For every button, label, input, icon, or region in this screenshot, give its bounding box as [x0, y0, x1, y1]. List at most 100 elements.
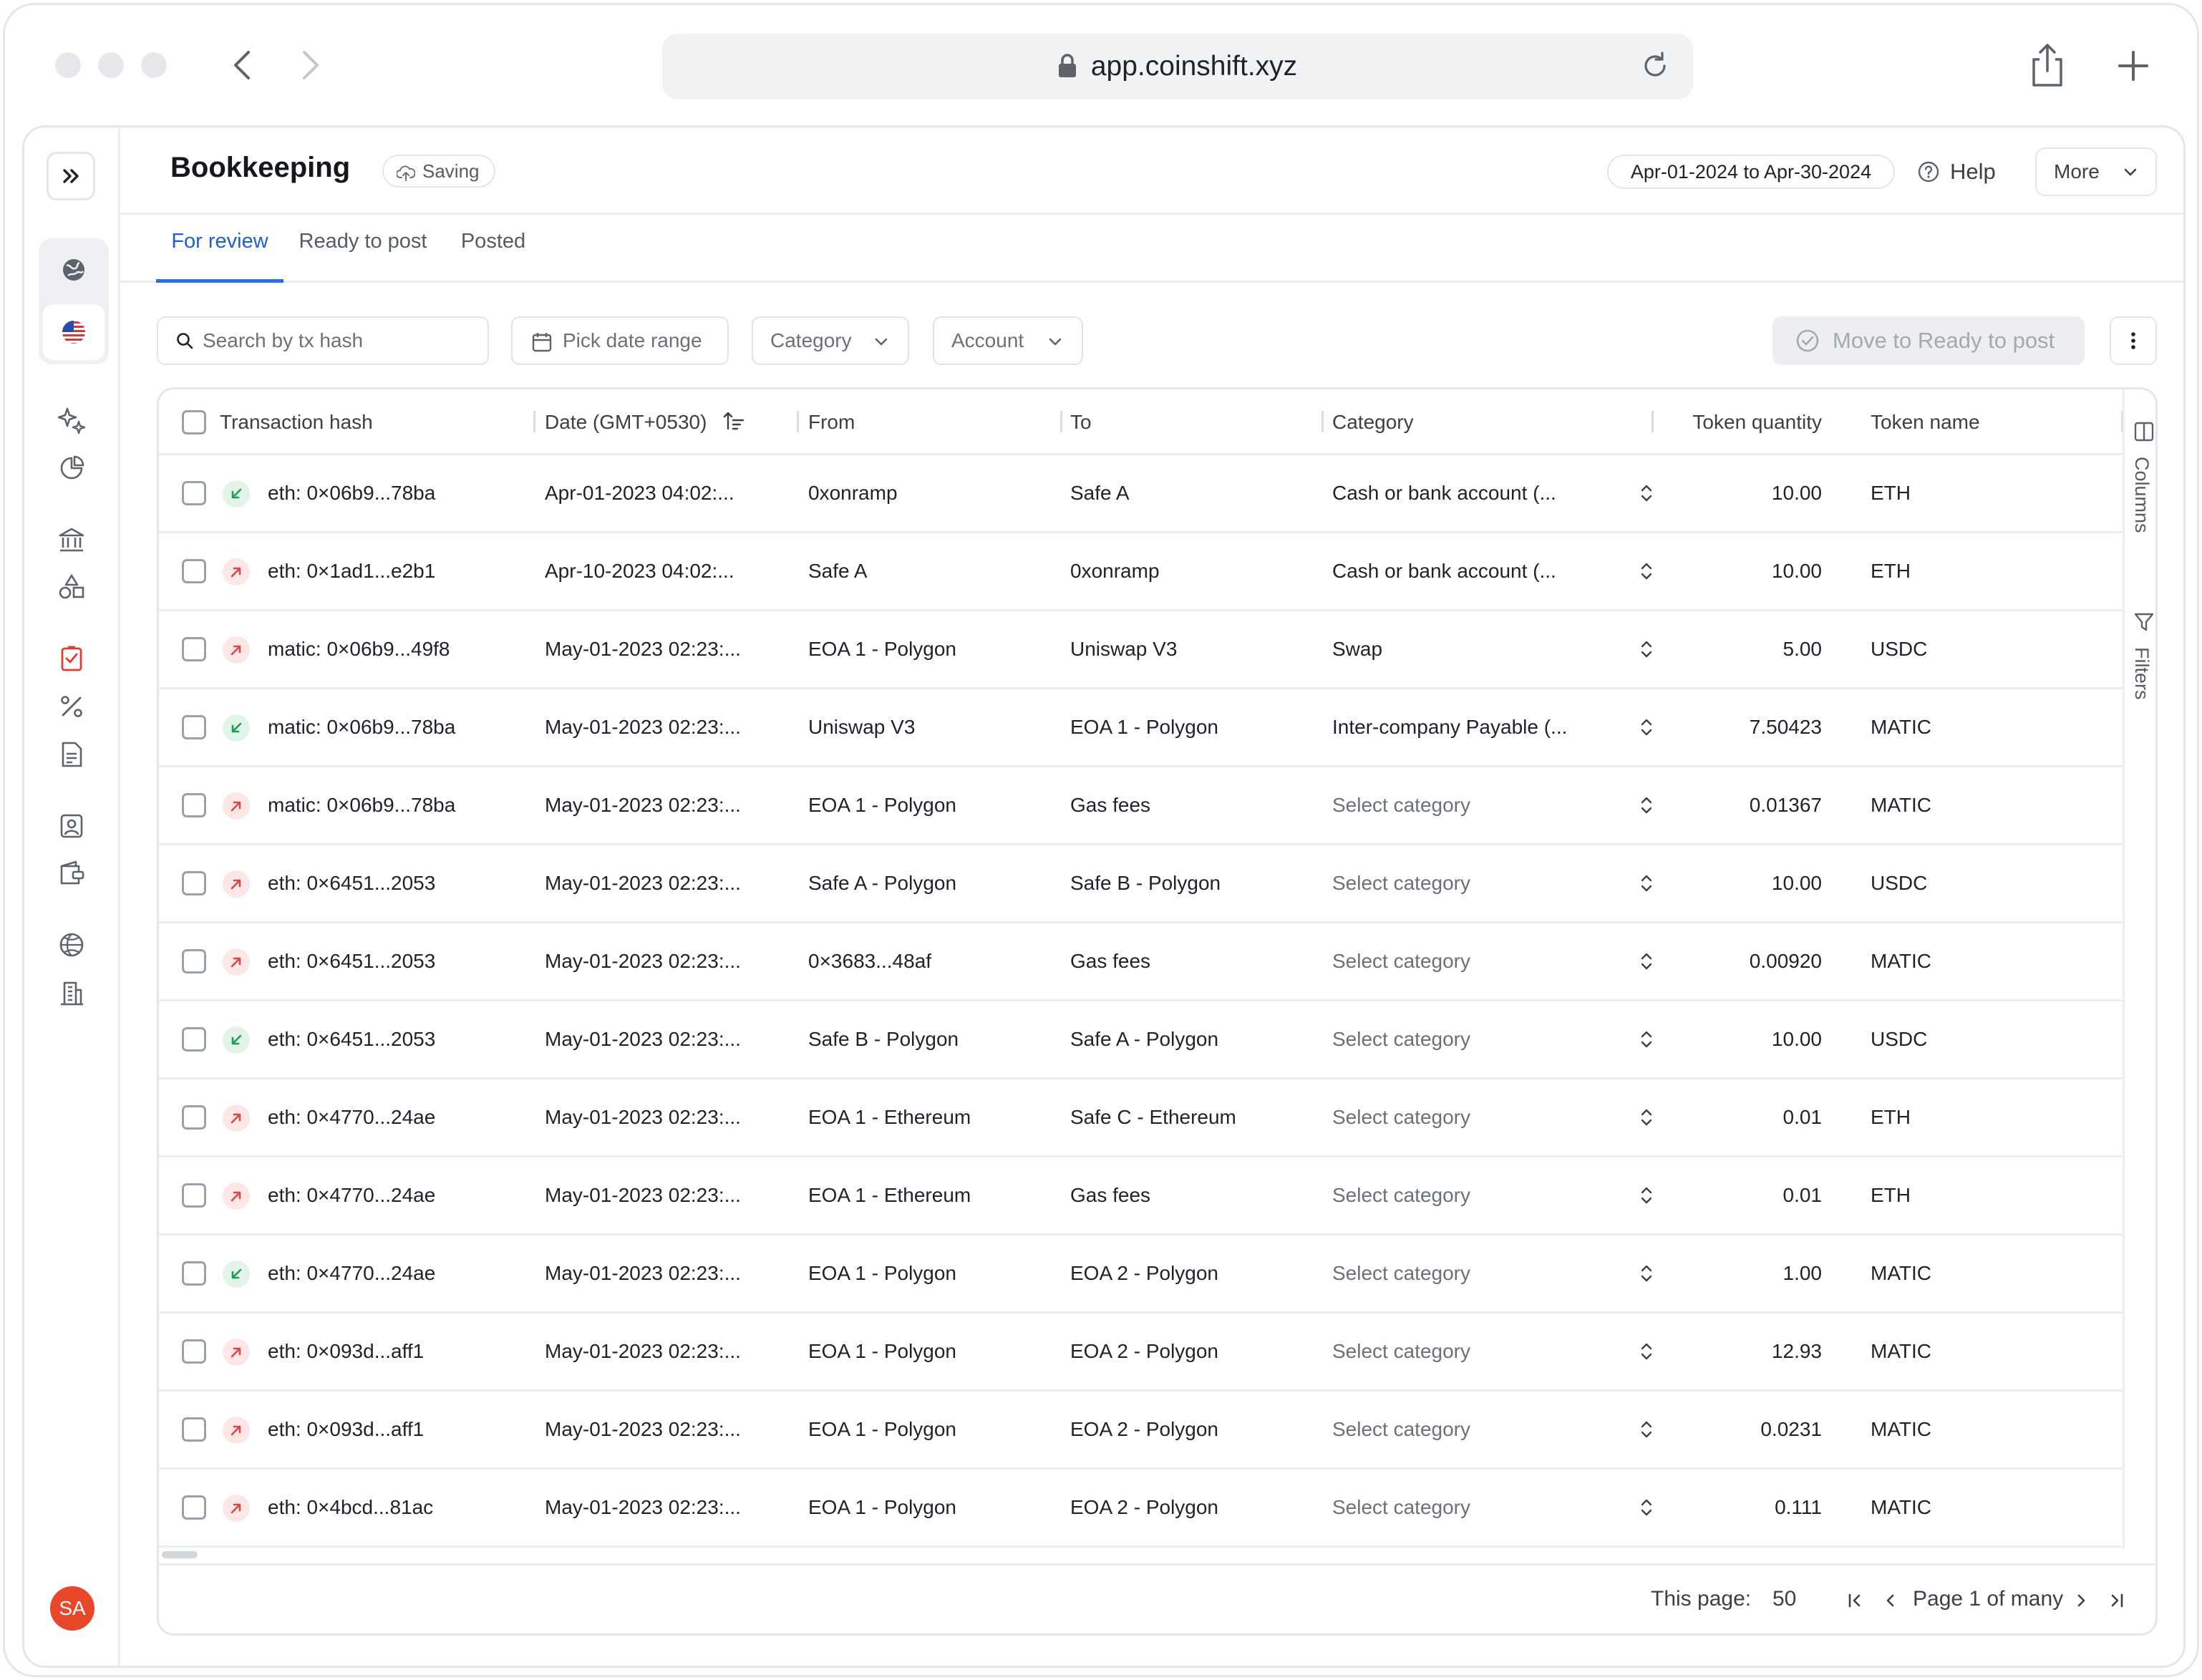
category-select[interactable]: Inter-company Payable (...	[1332, 689, 1676, 765]
category-select[interactable]: Select category	[1332, 1157, 1676, 1233]
cell-transaction-hash[interactable]: eth: 0×6451...2053	[268, 1001, 435, 1077]
window-minimize-button[interactable]	[98, 52, 124, 78]
category-select[interactable]: Cash or bank account (...	[1332, 455, 1676, 531]
header-from[interactable]: From	[808, 389, 855, 455]
workspace-global[interactable]	[43, 243, 105, 297]
search-input[interactable]	[203, 319, 460, 362]
header-transaction-hash[interactable]: Transaction hash	[220, 389, 373, 455]
first-page-icon[interactable]	[1844, 1590, 1866, 1611]
category-select[interactable]: Select category	[1332, 1079, 1676, 1155]
tab-for-review[interactable]: For review	[156, 215, 283, 283]
date-range-chip[interactable]: Apr-01-2024 to Apr-30-2024	[1607, 155, 1895, 189]
shapes-icon[interactable]	[57, 573, 86, 601]
table-row[interactable]: eth: 0×6451...2053 May-01-2023 02:23:... S…	[159, 1001, 2123, 1079]
account-filter-dropdown[interactable]: Account	[933, 316, 1083, 365]
columns-panel-toggle[interactable]: Columns	[2125, 389, 2155, 576]
scrollbar-thumb[interactable]	[162, 1551, 198, 1558]
pie-chart-icon[interactable]	[57, 454, 86, 482]
table-row[interactable]: eth: 0×6451...2053 May-01-2023 02:23:... 0…	[159, 923, 2123, 1001]
bank-icon[interactable]	[57, 525, 86, 554]
share-icon[interactable]	[2022, 41, 2072, 91]
row-checkbox[interactable]	[182, 1183, 206, 1208]
row-checkbox[interactable]	[182, 793, 206, 817]
cell-transaction-hash[interactable]: matic: 0×06b9...78ba	[268, 689, 455, 765]
last-page-icon[interactable]	[2106, 1590, 2128, 1611]
forward-arrow-icon[interactable]	[288, 44, 331, 87]
category-select[interactable]: Select category	[1332, 1235, 1676, 1311]
row-checkbox[interactable]	[182, 1339, 206, 1364]
previous-page-icon[interactable]	[1880, 1590, 1901, 1611]
table-row[interactable]: eth: 0×1ad1...e2b1 Apr-10-2023 04:02:... S…	[159, 533, 2123, 611]
row-checkbox[interactable]	[182, 559, 206, 583]
cell-transaction-hash[interactable]: eth: 0×4770...24ae	[268, 1157, 435, 1233]
header-to[interactable]: To	[1070, 389, 1092, 455]
header-category[interactable]: Category	[1332, 389, 1414, 455]
cell-transaction-hash[interactable]: matic: 0×06b9...49f8	[268, 611, 450, 687]
cell-transaction-hash[interactable]: matic: 0×06b9...78ba	[268, 767, 455, 843]
wallet-icon[interactable]	[57, 859, 86, 888]
category-select[interactable]: Select category	[1332, 1392, 1676, 1467]
cell-transaction-hash[interactable]: eth: 0×06b9...78ba	[268, 455, 435, 531]
building-icon[interactable]	[57, 979, 86, 1007]
cell-transaction-hash[interactable]: eth: 0×4770...24ae	[268, 1079, 435, 1155]
table-row[interactable]: eth: 0×4770...24ae May-01-2023 02:23:... E…	[159, 1235, 2123, 1314]
help-button[interactable]: Help	[1917, 155, 1996, 189]
row-checkbox[interactable]	[182, 715, 206, 739]
table-row[interactable]: eth: 0×6451...2053 May-01-2023 02:23:... S…	[159, 845, 2123, 923]
row-checkbox[interactable]	[182, 1495, 206, 1520]
date-range-picker[interactable]: Pick date range	[511, 316, 729, 365]
row-checkbox[interactable]	[182, 1027, 206, 1052]
tab-ready-to-post[interactable]: Ready to post	[289, 215, 437, 283]
row-checkbox[interactable]	[182, 1105, 206, 1130]
cell-transaction-hash[interactable]: eth: 0×6451...2053	[268, 923, 435, 999]
table-row[interactable]: matic: 0×06b9...78ba May-01-2023 02:23:..…	[159, 689, 2123, 767]
category-select[interactable]: Cash or bank account (...	[1332, 533, 1676, 609]
column-resize-handle[interactable]	[1321, 411, 1324, 432]
window-close-button[interactable]	[55, 52, 81, 78]
new-tab-icon[interactable]	[2108, 41, 2158, 91]
select-all-checkbox[interactable]	[182, 410, 206, 434]
category-filter-dropdown[interactable]: Category	[752, 316, 909, 365]
table-row[interactable]: eth: 0×093d...aff1 May-01-2023 02:23:... E…	[159, 1392, 2123, 1470]
cell-transaction-hash[interactable]: eth: 0×093d...aff1	[268, 1314, 424, 1389]
header-token-name[interactable]: Token name	[1871, 389, 1980, 455]
basketball-icon[interactable]	[57, 931, 86, 959]
row-checkbox[interactable]	[182, 871, 206, 895]
row-checkbox[interactable]	[182, 481, 206, 505]
user-avatar[interactable]: SA	[50, 1586, 94, 1631]
row-checkbox[interactable]	[182, 637, 206, 661]
table-row[interactable]: eth: 0×4bcd...81ac May-01-2023 02:23:... E…	[159, 1470, 2123, 1548]
column-resize-handle[interactable]	[533, 411, 535, 432]
category-select[interactable]: Select category	[1332, 1314, 1676, 1389]
row-checkbox[interactable]	[182, 1261, 206, 1286]
header-token-quantity[interactable]: Token quantity	[1662, 389, 1822, 455]
contact-icon[interactable]	[57, 812, 86, 840]
row-checkbox[interactable]	[182, 949, 206, 973]
cell-transaction-hash[interactable]: eth: 0×093d...aff1	[268, 1392, 424, 1467]
category-select[interactable]: Select category	[1332, 767, 1676, 843]
table-row[interactable]: eth: 0×093d...aff1 May-01-2023 02:23:... E…	[159, 1314, 2123, 1392]
table-row[interactable]: matic: 0×06b9...78ba May-01-2023 02:23:..…	[159, 767, 2123, 845]
category-select[interactable]: Select category	[1332, 845, 1676, 921]
invoice-icon[interactable]	[57, 740, 86, 769]
cell-transaction-hash[interactable]: eth: 0×4770...24ae	[268, 1235, 435, 1311]
cell-transaction-hash[interactable]: eth: 0×4bcd...81ac	[268, 1470, 433, 1545]
filters-panel-toggle[interactable]: Filters	[2125, 597, 2155, 740]
row-checkbox[interactable]	[182, 1417, 206, 1442]
checklist-icon[interactable]	[57, 644, 86, 673]
address-bar[interactable]: app.coinshift.xyz	[662, 34, 1693, 99]
sidebar-expand-button[interactable]	[47, 152, 95, 200]
category-select[interactable]: Select category	[1332, 923, 1676, 999]
window-maximize-button[interactable]	[141, 52, 167, 78]
workspace-us[interactable]	[43, 304, 105, 360]
more-menu-button[interactable]: More	[2035, 147, 2157, 196]
page-size-select[interactable]: 50	[1772, 1587, 1796, 1611]
percent-icon[interactable]	[57, 692, 86, 721]
column-resize-handle[interactable]	[1060, 411, 1062, 432]
cell-transaction-hash[interactable]: eth: 0×1ad1...e2b1	[268, 533, 435, 609]
cell-transaction-hash[interactable]: eth: 0×6451...2053	[268, 845, 435, 921]
more-actions-button[interactable]	[2110, 316, 2157, 365]
search-box[interactable]	[157, 316, 489, 365]
header-date[interactable]: Date (GMT+0530)	[545, 389, 745, 455]
sparkles-icon[interactable]	[57, 406, 86, 434]
